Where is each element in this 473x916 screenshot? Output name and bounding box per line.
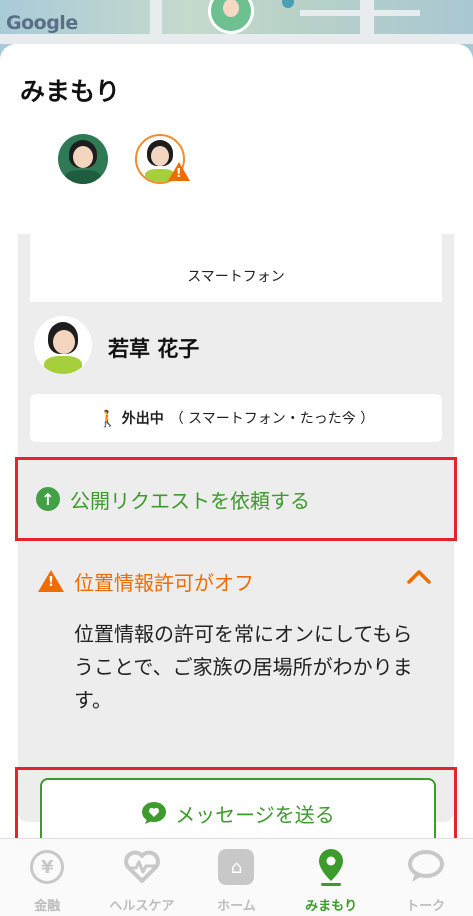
map-road [0,34,473,44]
location-pin-icon [319,849,344,886]
warning-title: 位置情報許可がオフ [74,570,254,595]
mimamori-sheet: みまもり ! スマートフォン 若草 花子 🚶 外出中 （ スマートフォン・たった… [0,44,473,839]
send-message-label: メッセージを送る [175,802,335,827]
avatar-face [53,330,75,354]
bottom-tab-bar: ¥ 金融 ヘルスケア ⌂ ホーム みまもり トーク [0,838,473,916]
tab-talk[interactable]: トーク [378,839,473,916]
tab-label: ホーム [217,899,256,914]
tab-label: トーク [406,899,446,914]
yen-coin-icon: ¥ [30,850,65,884]
publish-request-label: 公開リクエストを依頼する [70,488,310,513]
map-location-pin[interactable] [208,0,254,34]
member-card: 若草 花子 🚶 外出中 （ スマートフォン・たった今 ） ↑ 公開リクエストを依… [15,302,457,839]
heart-pulse-icon [124,850,160,883]
pin-face [223,0,239,17]
tab-healthcare[interactable]: ヘルスケア [95,839,190,916]
send-message-button[interactable]: メッセージを送る [40,778,436,839]
map-road [300,10,420,16]
tab-finance[interactable]: ¥ 金融 [0,839,95,916]
warning-description: 位置情報の許可を常にオンにしてもらうことで、ご家族の居場所がわかります。 [74,622,413,712]
chat-bubble-icon [407,850,444,882]
walking-person-icon: 🚶 [97,408,118,428]
avatar-face [151,146,169,166]
tab-home[interactable]: ⌂ ホーム [189,839,284,916]
avatar-face [73,146,93,168]
member-name: 若草 花子 [108,337,200,361]
device-card: スマートフォン [30,234,442,310]
family-avatar-icon[interactable] [58,134,108,184]
warning-icon: ! [38,570,64,592]
page-title: みまもり [20,77,121,106]
status-main: 外出中 [121,411,164,427]
tab-label: ヘルスケア [109,899,175,914]
device-label: スマートフォン [187,269,285,285]
member-avatar[interactable] [34,316,92,374]
map-marker [282,0,294,8]
chevron-up-icon[interactable] [406,564,432,590]
google-logo: Google [6,12,78,34]
status-box: 🚶 外出中 （ スマートフォン・たった今 ） [30,394,442,442]
tab-label: みまもり [305,899,358,914]
publish-request-button[interactable]: ↑ 公開リクエストを依頼する [15,457,457,541]
upload-bubble-icon: ↑ [36,487,60,511]
tab-mimamori[interactable]: みまもり [284,839,379,916]
location-warning-header[interactable]: ! 位置情報許可がオフ [18,556,454,606]
home-icon: ⌂ [218,849,255,885]
heart-message-icon [142,802,167,824]
tab-label: 金融 [34,899,61,914]
warning-badge-icon: ! [168,162,190,181]
status-detail: （ スマートフォン・たった今 ） [169,411,375,427]
avatar-shirt [65,170,101,184]
avatar-shirt [44,356,82,374]
